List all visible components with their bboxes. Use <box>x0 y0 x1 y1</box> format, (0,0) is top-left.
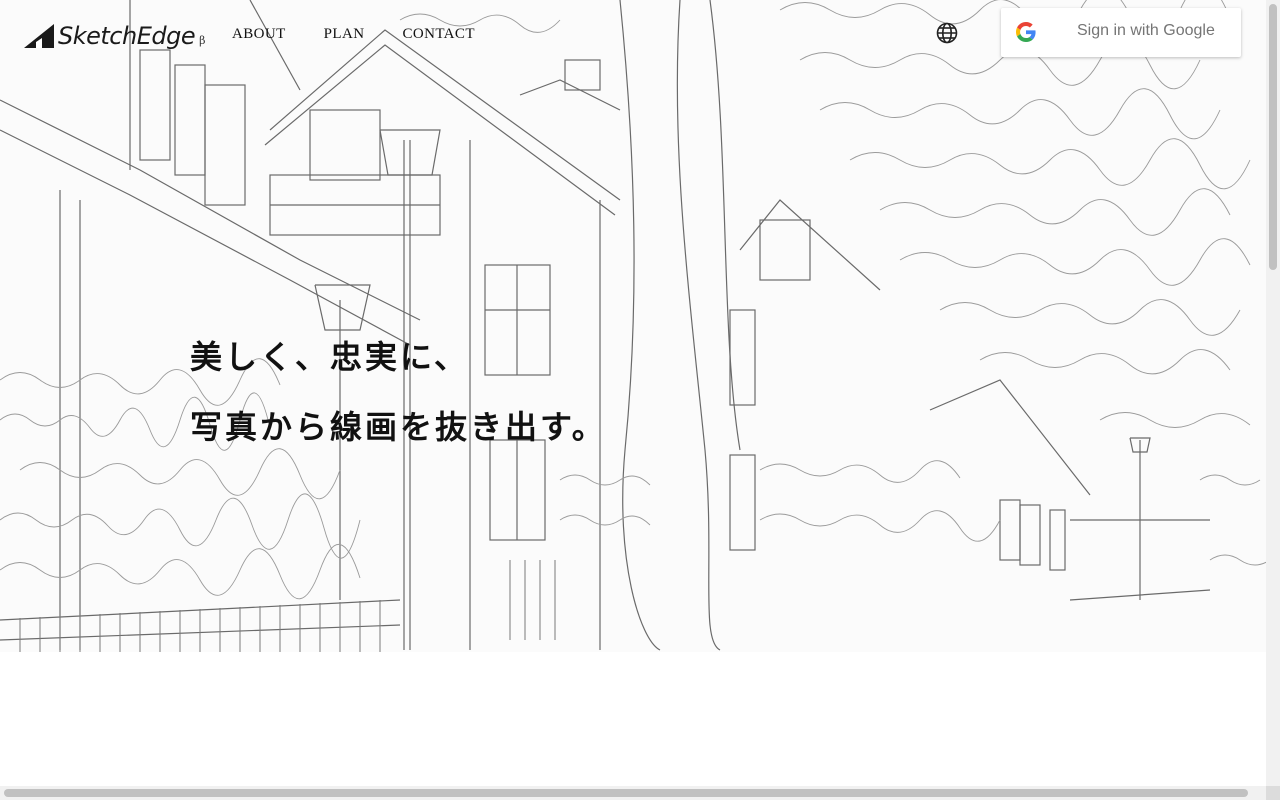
nav-about[interactable]: ABOUT <box>232 26 286 43</box>
vertical-scrollbar[interactable] <box>1266 0 1280 786</box>
logo[interactable]: SketchEdge β <box>24 18 205 54</box>
nav-contact[interactable]: CONTACT <box>402 26 474 43</box>
hero-section: SketchEdge β ABOUT PLAN CONTACT Sign in … <box>0 0 1266 652</box>
nav-plan[interactable]: PLAN <box>324 26 365 43</box>
headline-line-1: 美しく、忠実に、 <box>190 338 470 376</box>
content-area <box>0 652 1266 786</box>
headline-line-2: 写真から線画を抜き出す。 <box>190 408 607 446</box>
scrollbar-corner <box>1266 786 1280 800</box>
google-sign-in-label: Sign in with Google <box>1077 22 1215 39</box>
horizontal-scrollbar[interactable] <box>0 786 1266 800</box>
horizontal-scrollbar-thumb[interactable] <box>4 789 1248 797</box>
google-sign-in-button[interactable]: Sign in with Google <box>1001 8 1241 57</box>
globe-icon[interactable] <box>935 21 959 45</box>
logo-mark-icon <box>24 24 54 48</box>
google-g-icon <box>1016 22 1036 42</box>
main-nav: ABOUT PLAN CONTACT <box>232 26 475 43</box>
logo-text: SketchEdge <box>58 22 196 50</box>
page: SketchEdge β ABOUT PLAN CONTACT Sign in … <box>0 0 1280 800</box>
vertical-scrollbar-thumb[interactable] <box>1269 4 1277 270</box>
beta-badge: β <box>199 33 206 47</box>
hero-headline: 美しく、忠実に、 写真から線画を抜き出す。 <box>190 322 607 462</box>
